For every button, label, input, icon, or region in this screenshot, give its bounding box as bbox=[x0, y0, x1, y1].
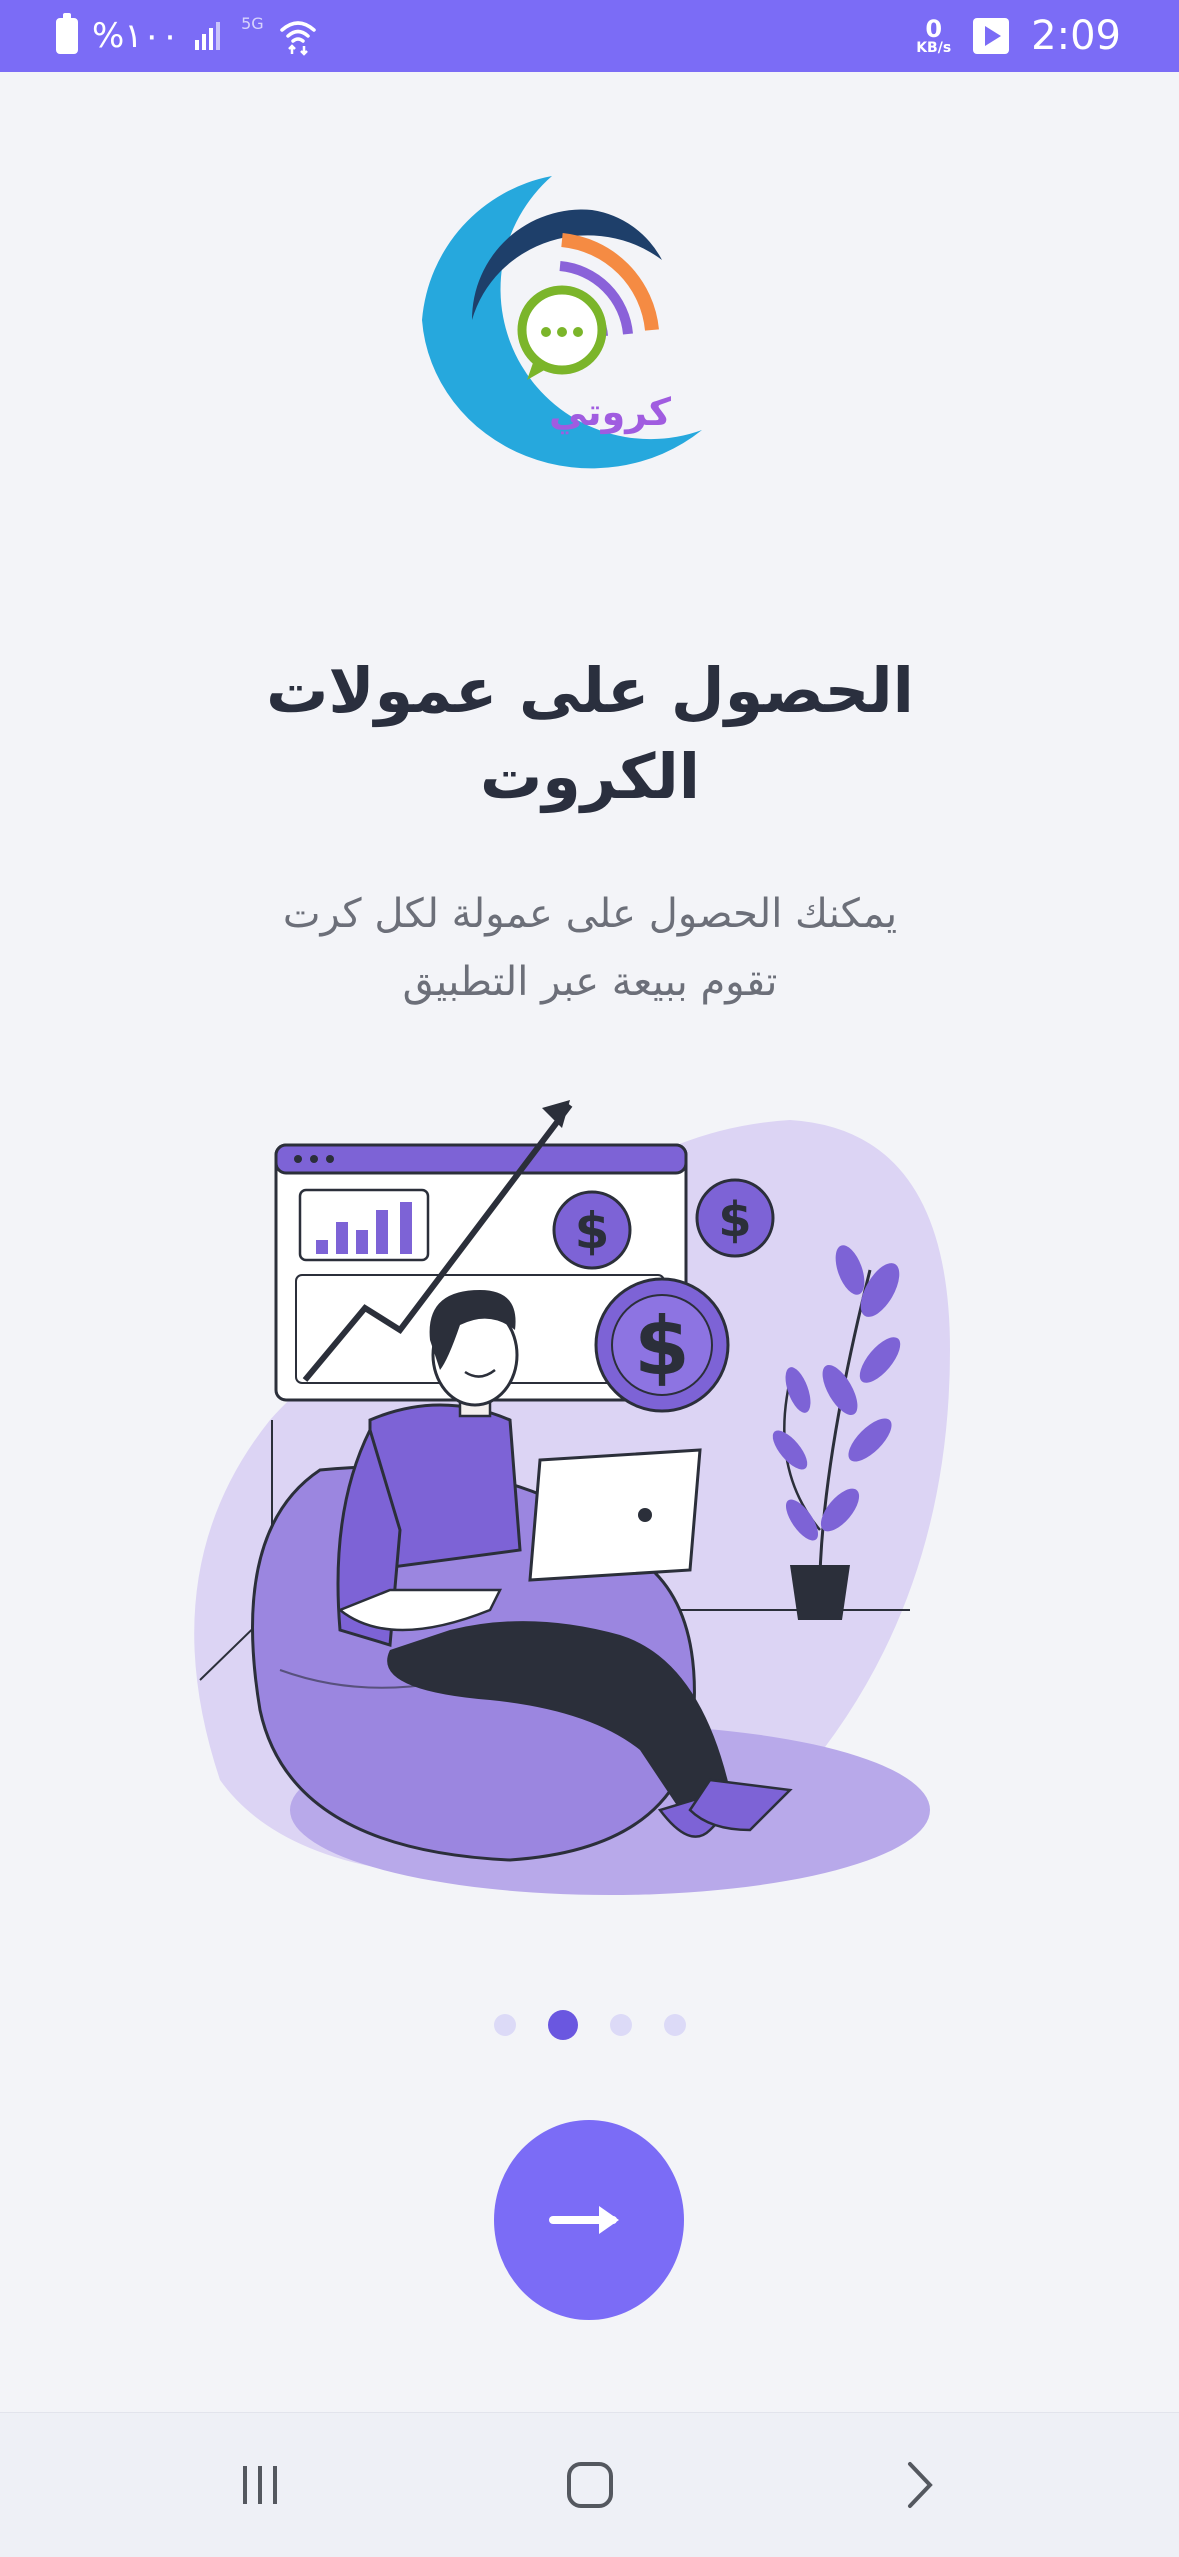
page-subtitle: يمكنك الحصول على عمولة لكل كرت تقوم ببيع… bbox=[150, 880, 1030, 1016]
arrow-right-icon bbox=[549, 2206, 619, 2234]
back-button[interactable] bbox=[850, 2413, 990, 2557]
signal-icon bbox=[195, 22, 221, 50]
subtitle-line-2: تقوم ببيعة عبر التطبيق bbox=[402, 959, 778, 1005]
page-title: الحصول على عمولات الكروت bbox=[160, 648, 1020, 820]
next-button[interactable] bbox=[494, 2120, 684, 2320]
home-icon bbox=[567, 2462, 613, 2508]
battery-icon bbox=[56, 13, 78, 54]
wifi-icon bbox=[279, 21, 316, 56]
page-dot-4[interactable] bbox=[663, 2014, 686, 2036]
earnings-illustration: $ $ $ bbox=[194, 1100, 951, 1895]
logo-text: كروتي bbox=[548, 390, 672, 434]
page-indicator bbox=[0, 2008, 1179, 2042]
page-dot-3[interactable] bbox=[609, 2014, 632, 2036]
svg-text:$: $ bbox=[575, 1202, 610, 1260]
page-dot-2-active[interactable] bbox=[547, 2010, 578, 2040]
recents-button[interactable] bbox=[190, 2413, 330, 2557]
page-dot-1[interactable] bbox=[493, 2014, 516, 2036]
title-line-1: الحصول على عمولات bbox=[266, 654, 914, 727]
title-line-2: الكروت bbox=[480, 740, 700, 813]
system-nav-bar bbox=[0, 2412, 1179, 2557]
clock: 2:09 bbox=[1031, 13, 1121, 59]
app-logo bbox=[410, 176, 702, 517]
network-type: 5G bbox=[241, 14, 264, 33]
play-store-icon bbox=[973, 18, 1010, 54]
data-speed: 0 KB/s bbox=[916, 15, 952, 56]
home-button[interactable] bbox=[520, 2413, 660, 2557]
svg-text:$: $ bbox=[718, 1192, 751, 1248]
status-bar: %١٠٠ 5G 0 KB/s 2:09 bbox=[0, 0, 1179, 72]
recents-icon bbox=[243, 2466, 277, 2504]
subtitle-line-1: يمكنك الحصول على عمولة لكل كرت bbox=[282, 891, 898, 937]
battery-percent: %١٠٠ bbox=[92, 16, 180, 56]
svg-text:$: $ bbox=[634, 1300, 690, 1393]
back-icon bbox=[908, 2462, 933, 2508]
